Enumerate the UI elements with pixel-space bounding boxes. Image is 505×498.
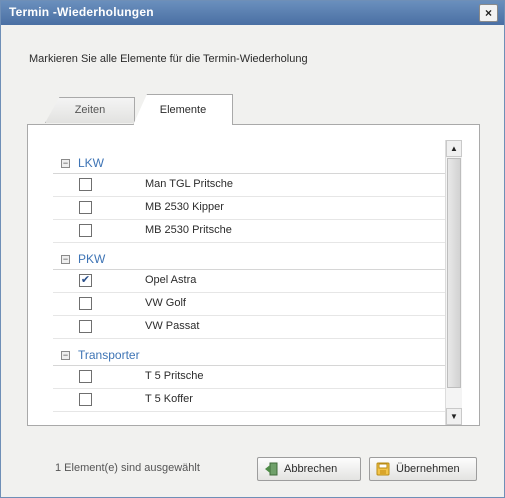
item-checkbox[interactable] [79,370,92,383]
list-item[interactable]: VW Golf [53,293,445,316]
cancel-icon [265,462,278,476]
group-header[interactable]: − PKW [53,249,445,270]
element-list: − LKW Man TGL Pritsche MB 2530 Kipper MB 253… [53,153,445,423]
close-icon: × [484,6,492,20]
scroll-thumb[interactable] [447,158,461,388]
list-item[interactable]: MB 2530 Kipper [53,197,445,220]
list-item[interactable]: VW Passat [53,316,445,339]
selection-status: 1 Element(e) sind ausgewählt [55,462,200,474]
arrow-down-icon: ▼ [450,412,458,421]
item-checkbox[interactable] [79,297,92,310]
item-checkbox[interactable]: ✔ [79,274,92,287]
close-button[interactable]: × [479,4,498,22]
scroll-up-button[interactable]: ▲ [446,140,462,157]
group-label: Transporter [78,348,140,362]
group-label: LKW [78,156,105,170]
item-label: MB 2530 Kipper [145,201,224,213]
cancel-button-label: Abbrechen [284,463,338,475]
accept-button-label: Übernehmen [396,463,460,475]
list-item[interactable]: ✔ Opel Astra [53,270,445,293]
accept-button[interactable]: Übernehmen [369,457,477,481]
checkmark-icon: ✔ [80,274,91,286]
accept-icon [376,462,390,476]
group-header[interactable]: − LKW [53,153,445,174]
collapse-icon[interactable]: − [61,351,70,360]
item-checkbox[interactable] [79,393,92,406]
instruction-text: Markieren Sie alle Elemente für die Term… [29,53,308,65]
tab-zeiten[interactable]: Zeiten [45,97,135,123]
arrow-up-icon: ▲ [450,144,458,153]
item-checkbox[interactable] [79,178,92,191]
item-checkbox[interactable] [79,201,92,214]
item-checkbox[interactable] [79,224,92,237]
item-label: VW Golf [145,297,186,309]
window-title: Termin -Wiederholungen [9,5,154,19]
group-header[interactable]: − Transporter [53,345,445,366]
vertical-scrollbar[interactable]: ▲ ▼ [445,140,462,425]
list-item[interactable]: T 5 Pritsche [53,366,445,389]
list-item[interactable]: T 5 Koffer [53,389,445,412]
group-label: PKW [78,252,106,266]
item-label: T 5 Koffer [145,393,193,405]
item-label: Opel Astra [145,274,197,286]
collapse-icon[interactable]: − [61,255,70,264]
tab-elemente[interactable]: Elemente [133,94,233,125]
item-label: T 5 Pritsche [145,370,204,382]
item-label: MB 2530 Pritsche [145,224,232,236]
list-item[interactable]: Man TGL Pritsche [53,174,445,197]
item-label: Man TGL Pritsche [145,178,234,190]
item-checkbox[interactable] [79,320,92,333]
recurrence-dialog: Termin -Wiederholungen × Markieren Sie a… [0,0,505,498]
collapse-icon[interactable]: − [61,159,70,168]
list-item[interactable]: MB 2530 Pritsche [53,220,445,243]
item-label: VW Passat [145,320,200,332]
title-bar[interactable]: Termin -Wiederholungen × [1,1,504,25]
scroll-down-button[interactable]: ▼ [446,408,462,425]
cancel-button[interactable]: Abbrechen [257,457,361,481]
